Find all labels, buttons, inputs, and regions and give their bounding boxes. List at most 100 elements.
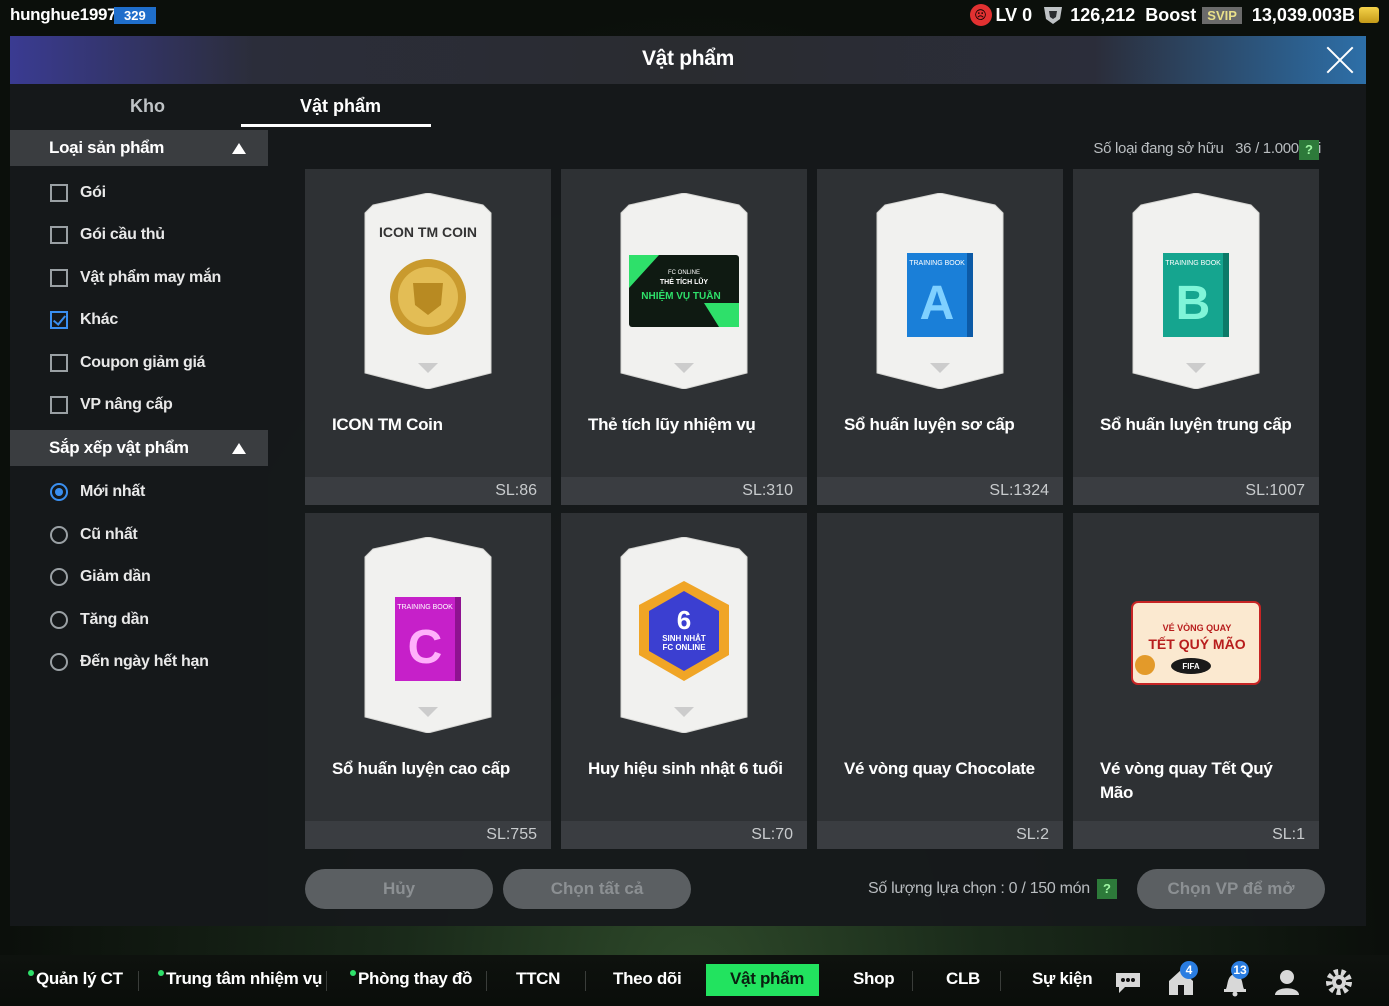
item-qty: SL:755	[486, 826, 537, 843]
home-badge: 4	[1180, 961, 1198, 979]
item-card-the-tich-luy[interactable]: FC ONLINE THẺ TÍCH LŨY NHIỆM VỤ TUẦN Thẻ…	[561, 169, 807, 505]
product-type-header[interactable]: Loại sản phẩm	[10, 130, 268, 166]
checkbox-icon[interactable]	[50, 226, 68, 244]
nav-su-kien[interactable]: Sự kiện	[1032, 969, 1093, 989]
radio-icon[interactable]	[50, 653, 68, 671]
sort-label: Đến ngày hết hạn	[80, 653, 209, 670]
filter-goi-cau-thu[interactable]: Gói cầu thủ	[50, 222, 165, 248]
training-book-a-image: TRAINING BOOK A	[875, 192, 1005, 390]
trophy-shield-icon	[1042, 4, 1064, 26]
user-level-badge: 329	[114, 7, 156, 24]
radio-selected-icon[interactable]	[50, 483, 68, 501]
filter-vp-nang-cap[interactable]: VP nâng cấp	[50, 392, 173, 418]
item-name: Sổ huấn luyện sơ cấp	[844, 415, 1015, 434]
nav-label: Phòng thay đồ	[358, 969, 473, 988]
bell-badge: 13	[1231, 961, 1249, 979]
checkbox-icon[interactable]	[50, 184, 68, 202]
mission-card-brand: FC ONLINE	[668, 270, 700, 276]
notification-dot	[158, 970, 164, 976]
nav-separator	[912, 971, 913, 991]
nav-label: Trung tâm nhiệm vụ	[166, 969, 323, 988]
username: hunghue1997	[10, 5, 117, 24]
coin-count: 13,039.003B	[1251, 4, 1355, 25]
item-card-so-huan-luyen-cao-cap[interactable]: TRAINING BOOK C Sổ huấn luyện cao cấp SL…	[305, 513, 551, 849]
item-card-ve-vong-quay-tet[interactable]: VÉ VÒNG QUAY TẾT QUÝ MÃO FIFA Vé vòng qu…	[1073, 513, 1319, 849]
sort-tang-dan[interactable]: Tăng dần	[50, 607, 149, 633]
filter-label: Coupon giảm giá	[80, 354, 206, 371]
item-card-icon-tm-coin[interactable]: ICON TM COIN ICON TM Coin SL:86	[305, 169, 551, 505]
sort-moi-nhat[interactable]: Mới nhất	[50, 479, 145, 505]
items-window: Vật phẩm Kho Vật phẩm Loại sản phẩm Gói …	[10, 36, 1366, 926]
item-qty: SL:1	[1272, 826, 1305, 843]
item-card-huy-hieu-sinh-nhat[interactable]: 6 SINH NHẬT FC ONLINE Huy hiệu sinh nhật…	[561, 513, 807, 849]
nav-vat-pham[interactable]: Vật phẩm	[730, 969, 804, 989]
cancel-button[interactable]: Hủy	[305, 869, 493, 909]
help-icon[interactable]: ?	[1097, 879, 1117, 899]
filter-sidebar: Loại sản phẩm Gói Gói cầu thủ Vật phẩm m…	[10, 130, 268, 926]
gear-icon[interactable]	[1324, 967, 1354, 997]
filter-goi[interactable]: Gói	[50, 180, 106, 206]
checkbox-checked-icon[interactable]	[50, 311, 68, 329]
training-book-c-image: TRAINING BOOK C	[363, 536, 493, 734]
tet-ticket-brand: FIFA	[1182, 662, 1200, 671]
nav-theo-doi[interactable]: Theo dõi	[613, 969, 682, 989]
radio-icon[interactable]	[50, 611, 68, 629]
filter-label: VP nâng cấp	[80, 396, 173, 413]
coin-card-label: ICON TM COIN	[379, 224, 477, 240]
item-qty: SL:310	[742, 482, 793, 499]
nav-phong-thay-do[interactable]: Phòng thay đồ	[350, 969, 472, 989]
boost-label: Boost	[1145, 4, 1197, 25]
sort-cu-nhat[interactable]: Cũ nhất	[50, 522, 138, 548]
sort-den-ngay-het-han[interactable]: Đến ngày hết hạn	[50, 649, 209, 675]
item-card-so-huan-luyen-trung-cap[interactable]: TRAINING BOOK B Sổ huấn luyện trung cấp …	[1073, 169, 1319, 505]
filter-coupon[interactable]: Coupon giảm giá	[50, 350, 206, 376]
chat-icon[interactable]	[1113, 967, 1143, 997]
nav-label: Quản lý CT	[36, 969, 123, 988]
radio-icon[interactable]	[50, 526, 68, 544]
nav-trung-tam-nhiem-vu[interactable]: Trung tâm nhiệm vụ	[158, 969, 322, 989]
collapse-triangle-icon[interactable]	[232, 443, 246, 454]
radio-icon[interactable]	[50, 568, 68, 586]
nav-quan-ly-ct[interactable]: Quản lý CT	[28, 969, 123, 989]
badge-label-1: SINH NHẬT	[662, 634, 706, 643]
checkbox-icon[interactable]	[50, 396, 68, 414]
tab-kho[interactable]: Kho	[130, 96, 165, 117]
open-item-button[interactable]: Chọn VP để mở	[1137, 869, 1325, 909]
item-card-ve-vong-quay-chocolate[interactable]: Vé vòng quay Chocolate SL:2	[817, 513, 1063, 849]
select-all-button[interactable]: Chọn tất cả	[503, 869, 691, 909]
filter-khac[interactable]: Khác	[50, 307, 118, 333]
tet-ticket-image: VÉ VÒNG QUAY TẾT QUÝ MÃO FIFA	[1131, 601, 1261, 685]
book-b-letter: B	[1176, 277, 1211, 330]
checkbox-icon[interactable]	[50, 354, 68, 372]
nav-shop[interactable]: Shop	[853, 969, 895, 989]
close-icon[interactable]	[1324, 44, 1356, 76]
item-name: Vé vòng quay Tết Quý Mão	[1100, 759, 1273, 802]
filter-vat-pham-may-man[interactable]: Vật phẩm may mắn	[50, 265, 221, 291]
owned-label: Số loại đang sở hữu	[1093, 140, 1224, 157]
status-bar: hunghue1997 329 ☹ LV 0 126,212 Boost SVI…	[0, 0, 1389, 34]
collapse-triangle-icon[interactable]	[232, 143, 246, 154]
sort-label: Mới nhất	[80, 483, 145, 500]
window-titlebar: Vật phẩm	[10, 36, 1366, 84]
filter-label: Gói cầu thủ	[80, 226, 165, 243]
item-name: Thẻ tích lũy nhiệm vụ	[588, 415, 756, 434]
nav-clb[interactable]: CLB	[946, 969, 980, 989]
sort-giam-dan[interactable]: Giảm dần	[50, 564, 151, 590]
item-qty: SL:1007	[1245, 482, 1305, 499]
help-icon[interactable]: ?	[1299, 140, 1319, 160]
tab-vat-pham[interactable]: Vật phẩm	[300, 96, 381, 117]
sort-label: Tăng dần	[80, 611, 149, 628]
window-title: Vật phẩm	[641, 47, 735, 70]
sort-header[interactable]: Sắp xếp vật phẩm	[10, 430, 268, 466]
selected-count: Số lượng lựa chọn : 0 / 150 món	[868, 880, 1090, 897]
book-a-letter: A	[920, 277, 955, 330]
item-card-so-huan-luyen-so-cap[interactable]: TRAINING BOOK A Sổ huấn luyện sơ cấp SL:…	[817, 169, 1063, 505]
item-qty: SL:86	[495, 482, 537, 499]
mission-card-image: FC ONLINE THẺ TÍCH LŨY NHIỆM VỤ TUẦN	[619, 192, 749, 390]
nav-ttcn[interactable]: TTCN	[516, 969, 560, 989]
item-name: Huy hiệu sinh nhật 6 tuổi	[588, 759, 783, 778]
training-book-b-image: TRAINING BOOK B	[1131, 192, 1261, 390]
profile-icon[interactable]	[1272, 967, 1302, 997]
sort-title: Sắp xếp vật phẩm	[49, 438, 189, 457]
checkbox-icon[interactable]	[50, 269, 68, 287]
